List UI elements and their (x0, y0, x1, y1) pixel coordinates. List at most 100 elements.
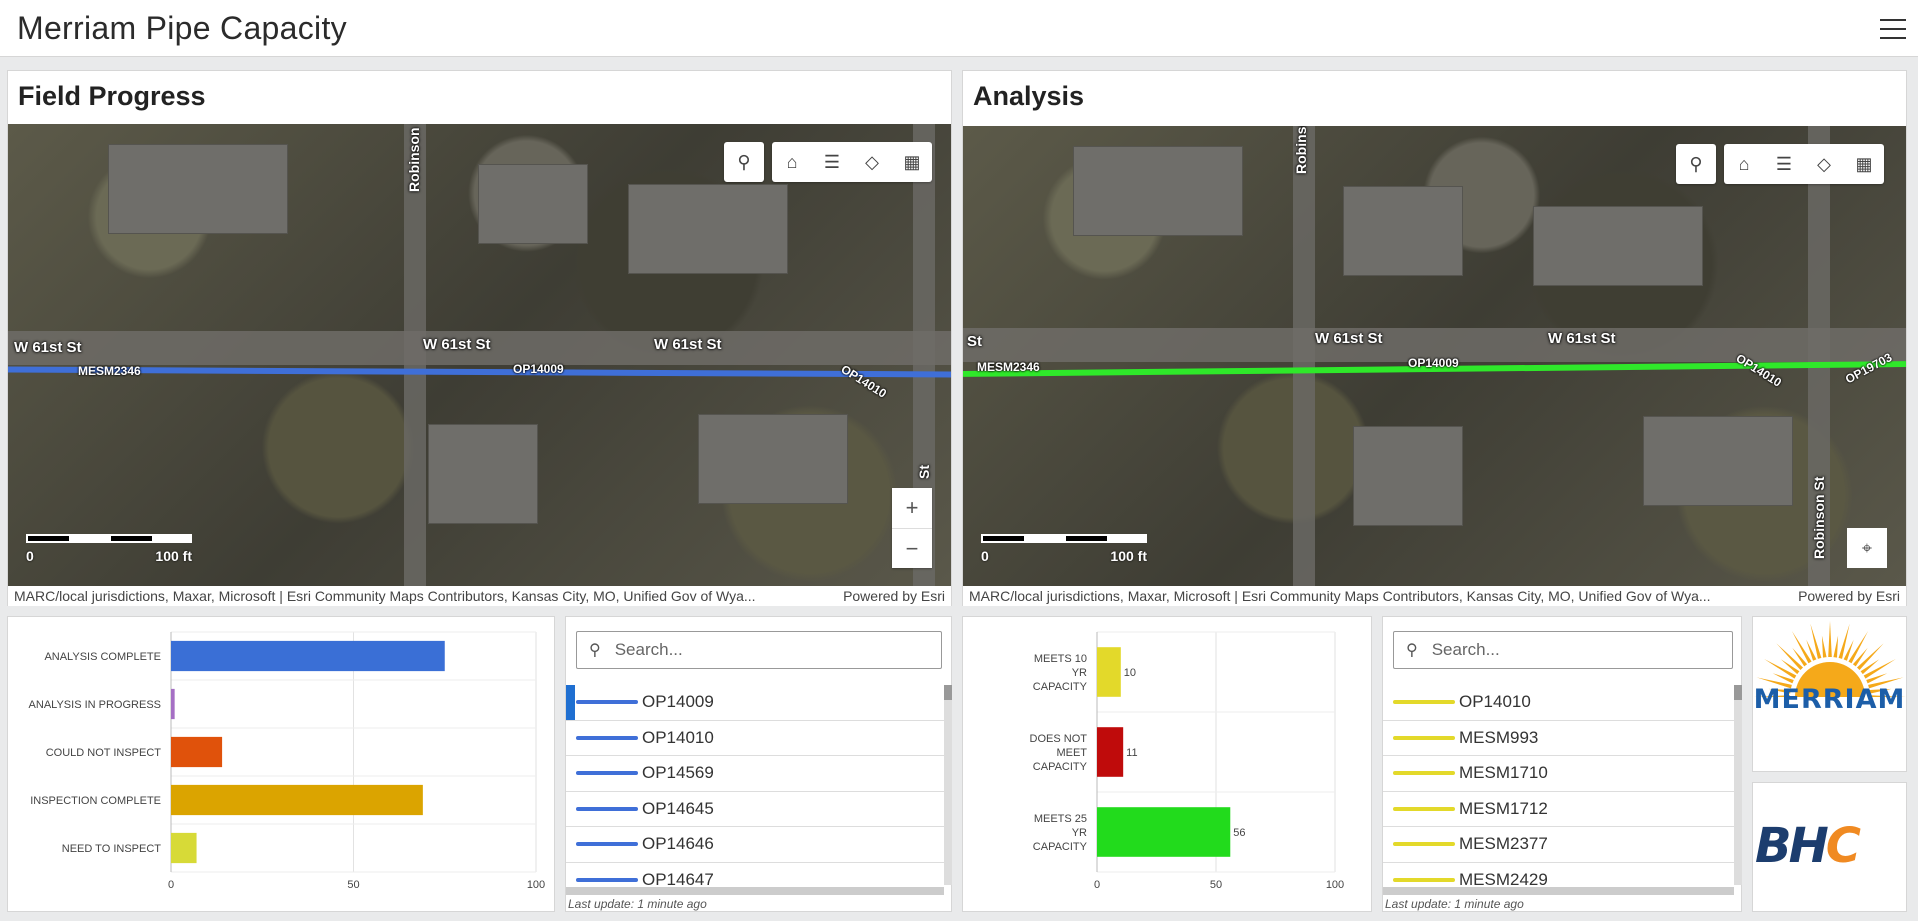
list-item[interactable]: OP14009 (566, 685, 944, 721)
category-label: NEED TO INSPECT (62, 843, 162, 855)
symbol-swatch (576, 806, 638, 811)
powered-by-esri[interactable]: Powered by Esri (843, 588, 945, 604)
layers-icon[interactable]: ◇ (1804, 144, 1844, 184)
x-tick-label: 50 (347, 879, 359, 891)
category-label: COULD NOT INSPECT (46, 747, 162, 759)
bar (171, 784, 423, 816)
category-label: MEETS 25 YR CAPACITY (1033, 813, 1088, 853)
data-label: 56 (1233, 827, 1245, 839)
capacity-bar-chart: 0 50 100 MEETS 10 YR CAPACITY 10 DOES NOT MEET CA… (1030, 631, 1344, 891)
list-item[interactable]: OP14646 (566, 827, 944, 863)
list-item[interactable]: OP14569 (566, 756, 944, 792)
search-placeholder: Search... (614, 640, 683, 659)
bhc-logo-panel: BHC (1752, 782, 1907, 912)
analysis-map[interactable]: St W 61st St W 61st St Robinson St Robin… (963, 126, 1906, 586)
merriam-logo-text: MERRIAM (1753, 684, 1906, 715)
pipe-label: OP14009 (1408, 356, 1459, 370)
search-icon[interactable]: ⚲ (724, 142, 764, 182)
list-item[interactable]: OP14645 (566, 792, 944, 827)
search-icon: ⚲ (589, 642, 601, 659)
street-label: W 61st St (1315, 330, 1383, 347)
map-attribution: MARC/local jurisdictions, Maxar, Microso… (8, 586, 951, 606)
list-item-label: MESM993 (1459, 727, 1539, 747)
street-label: Robinson St (1811, 476, 1827, 559)
list-item-label: OP14010 (642, 727, 714, 747)
layers-icon[interactable]: ◇ (852, 142, 892, 182)
symbol-swatch (576, 771, 638, 776)
x-tick-label: 100 (527, 879, 545, 891)
app-header: Merriam Pipe Capacity (0, 0, 1918, 57)
list-item-label: MESM2377 (1459, 834, 1548, 854)
symbol-swatch (1393, 877, 1455, 882)
powered-by-esri[interactable]: Powered by Esri (1798, 588, 1900, 604)
app-title: Merriam Pipe Capacity (17, 10, 347, 46)
list-item[interactable]: MESM993 (1383, 721, 1734, 756)
horizontal-scrollbar[interactable] (566, 887, 944, 895)
street-label: W 61st St (654, 336, 722, 353)
list-item-label: OP14645 (642, 798, 714, 818)
list-item-label: OP14646 (642, 834, 714, 854)
bhc-logo: BHC (1755, 818, 1861, 874)
zoom-control: + − (892, 488, 932, 568)
horizontal-scrollbar[interactable] (1383, 887, 1734, 895)
list-item[interactable]: MESM1712 (1383, 792, 1734, 827)
bar (171, 688, 175, 720)
x-tick-label: 0 (168, 879, 174, 891)
panel-title: Analysis (973, 81, 1085, 111)
capacity-chart-panel: 0 50 100 MEETS 10 YR CAPACITY 10 DOES NOT MEET CA… (962, 616, 1372, 912)
street-label: St (967, 333, 982, 350)
pipe-list: OP14009 OP14010 OP14569 OP14645 OP14646 OP146… (566, 685, 944, 885)
list-item[interactable]: OP14010 (566, 721, 944, 756)
pipe-list: OP14010 MESM993 MESM1710 MESM1712 MESM2377 ME… (1383, 685, 1734, 885)
legend-icon[interactable]: ☰ (1764, 144, 1804, 184)
list-item[interactable]: OP14647 (566, 863, 944, 885)
scrollbar[interactable] (1734, 685, 1742, 885)
symbol-swatch (576, 700, 638, 705)
symbol-swatch (576, 842, 638, 847)
status-bar-chart: 0 50 100 ANALYSIS COMPLETE ANALYSIS IN PROGR… (29, 631, 545, 891)
search-icon[interactable]: ⚲ (1676, 144, 1716, 184)
list-item-label: OP14009 (642, 692, 714, 712)
home-icon[interactable]: ⌂ (772, 142, 812, 182)
list-item-label: OP14010 (1459, 692, 1531, 712)
street-label: Robinson St (1293, 126, 1309, 174)
list-item[interactable]: OP14010 (1383, 685, 1734, 721)
zoom-out-button[interactable]: − (892, 528, 932, 568)
street-label: W 61st St (423, 336, 491, 353)
menu-icon[interactable] (1880, 19, 1906, 41)
list-item[interactable]: MESM1710 (1383, 756, 1734, 792)
search-placeholder: Search... (1431, 640, 1500, 659)
merriam-logo-panel: MERRIAM (1752, 616, 1907, 772)
field-progress-map[interactable]: W 61st St W 61st St W 61st St Robinson S… (8, 124, 951, 586)
list-item-label: MESM1710 (1459, 763, 1548, 783)
bar (171, 640, 445, 672)
attribution-text: MARC/local jurisdictions, Maxar, Microso… (969, 588, 1711, 604)
attribution-text: MARC/local jurisdictions, Maxar, Microso… (14, 588, 756, 604)
locate-icon[interactable]: ⌖ (1847, 528, 1887, 568)
street-label: W 61st St (1548, 330, 1616, 347)
category-label: ANALYSIS COMPLETE (44, 651, 161, 663)
zoom-in-button[interactable]: + (892, 488, 932, 528)
list-item[interactable]: MESM2377 (1383, 827, 1734, 863)
map-attribution: MARC/local jurisdictions, Maxar, Microso… (963, 586, 1906, 606)
scale-bar: 0 100 ft (981, 534, 1147, 568)
basemap-gallery-icon[interactable]: ▦ (1844, 144, 1884, 184)
status-chart-panel: 0 50 100 ANALYSIS COMPLETE ANALYSIS IN PROGR… (7, 616, 555, 912)
pipe-label: OP14009 (513, 362, 564, 376)
list-item-label: OP14569 (642, 763, 714, 783)
scrollbar[interactable] (944, 685, 952, 885)
bar (171, 736, 223, 768)
search-input[interactable]: ⚲ Search... (576, 631, 942, 669)
list-item[interactable]: MESM2429 (1383, 863, 1734, 885)
symbol-swatch (576, 735, 638, 740)
pipe-label: MESM2346 (78, 364, 141, 378)
symbol-swatch (576, 877, 638, 882)
symbol-swatch (1393, 842, 1455, 847)
home-icon[interactable]: ⌂ (1724, 144, 1764, 184)
category-label: MEETS 10 YR CAPACITY (1033, 653, 1088, 693)
bar (171, 832, 197, 864)
legend-icon[interactable]: ☰ (812, 142, 852, 182)
basemap-gallery-icon[interactable]: ▦ (892, 142, 932, 182)
bar (1097, 647, 1121, 697)
search-input[interactable]: ⚲ Search... (1393, 631, 1733, 669)
